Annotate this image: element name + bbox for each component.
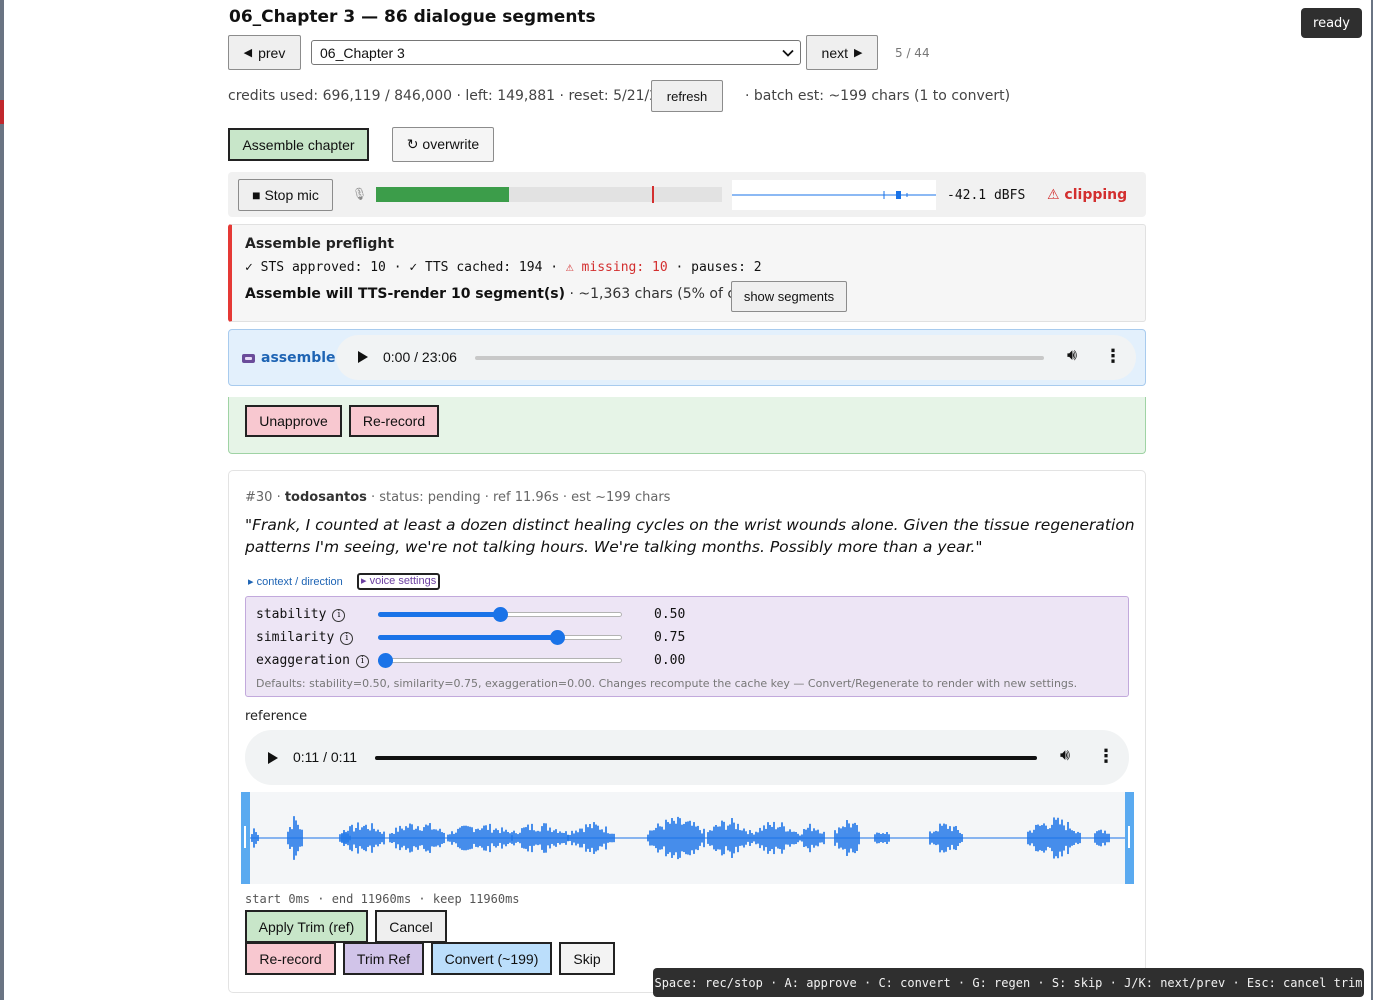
voice-settings-toggle[interactable]: ▸ voice settings: [357, 573, 441, 590]
segment-number: #30: [245, 490, 273, 505]
exaggeration-label: exaggeration i: [256, 653, 369, 668]
segment-status: · status: pending · ref 11.96s · est ~19…: [366, 490, 671, 505]
play-icon[interactable]: [268, 752, 278, 764]
context-direction-toggle[interactable]: ▸ context / direction: [248, 575, 343, 588]
stability-slider-fill: [378, 612, 501, 617]
show-segments-button[interactable]: show segments: [731, 281, 847, 312]
stability-value: 0.50: [654, 607, 686, 622]
assembled-audio-player[interactable]: 0:00 / 23:06 🔊︎ ⋮: [336, 335, 1136, 380]
more-options-icon[interactable]: ⋮: [1104, 347, 1122, 365]
microphone-icon: 🎙: [352, 187, 368, 201]
reference-progress-fill: [375, 756, 1037, 760]
dbfs-readout: -42.1 dBFS: [947, 188, 1026, 203]
clipping-warning: ⚠ clipping: [1047, 187, 1128, 203]
prev-label: prev: [258, 44, 286, 61]
rerecord-button[interactable]: Re-record: [245, 942, 336, 975]
unapprove-button[interactable]: Unapprove: [245, 405, 342, 437]
chapter-counter: 5 / 44: [895, 46, 930, 60]
page-title: 06_Chapter 3 — 86 dialogue segments: [229, 7, 596, 27]
similarity-value: 0.75: [654, 630, 686, 645]
triangle-left-icon: ◀: [243, 47, 253, 59]
reference-audio-player[interactable]: 0:11 / 0:11 🔊︎ ⋮: [245, 730, 1129, 785]
similarity-label: similarity i: [256, 630, 354, 645]
reference-waveform: [250, 816, 1125, 860]
stop-mic-button[interactable]: ■ Stop mic: [238, 179, 333, 211]
chapter-select[interactable]: 06_Chapter 3: [311, 40, 801, 65]
segment-speaker: todosantos: [284, 490, 367, 505]
preflight-stats-ok: ✓ STS approved: 10 · ✓ TTS cached: 194 ·: [245, 260, 566, 275]
stability-slider-thumb[interactable]: [493, 607, 508, 622]
volume-icon[interactable]: 🔊︎: [1067, 347, 1077, 365]
volume-icon[interactable]: 🔊︎: [1060, 747, 1070, 765]
cancel-trim-button[interactable]: Cancel: [375, 910, 447, 943]
segment-meta: #30 · todosantos · status: pending · ref…: [245, 490, 671, 505]
assembled-label: assembled: [242, 350, 346, 366]
convert-button[interactable]: Convert (~199): [431, 942, 552, 975]
chevron-down-icon: [782, 49, 794, 57]
preflight-summary: Assemble will TTS-render 10 segment(s) ·…: [245, 286, 787, 302]
status-badge: ready: [1301, 8, 1362, 38]
assembled-label-text: assembled: [261, 350, 346, 366]
preflight-pauses: · pauses: 2: [667, 260, 762, 275]
info-icon[interactable]: i: [332, 609, 346, 622]
cassette-icon: [242, 353, 255, 363]
exaggeration-slider-thumb[interactable]: [378, 653, 393, 668]
reference-label: reference: [245, 709, 308, 724]
trim-ref-button[interactable]: Trim Ref: [343, 942, 424, 975]
preflight-missing: ⚠ missing: 10: [565, 260, 668, 275]
batch-estimate: · batch est: ~199 chars (1 to convert): [745, 88, 1011, 104]
similarity-slider-fill: [378, 635, 558, 640]
similarity-slider-thumb[interactable]: [550, 630, 565, 645]
trim-end-handle[interactable]: [1125, 792, 1134, 884]
reference-time: 0:11 / 0:11: [293, 749, 358, 765]
preflight-stats: ✓ STS approved: 10 · ✓ TTS cached: 194 ·…: [245, 260, 762, 275]
preflight-title: Assemble preflight: [245, 236, 395, 252]
segment-dialogue-text: "Frank, I counted at least a dozen disti…: [245, 516, 1135, 556]
trim-info: start 0ms · end 11960ms · keep 11960ms: [245, 892, 520, 906]
window-left-edge: [0, 0, 4, 1000]
stability-label: stability i: [256, 607, 346, 622]
mic-level-fill: [376, 187, 509, 202]
preflight-summary-bold: Assemble will TTS-render 10 segment(s): [245, 286, 566, 302]
refresh-button[interactable]: refresh: [651, 80, 723, 112]
more-options-icon[interactable]: ⋮: [1097, 747, 1115, 765]
exaggeration-value: 0.00: [654, 653, 686, 668]
chapter-select-value: 06_Chapter 3: [320, 44, 405, 61]
prev-button[interactable]: ◀ prev: [228, 35, 301, 70]
peak-marker: [652, 186, 654, 203]
skip-button[interactable]: Skip: [559, 942, 615, 975]
assembled-time: 0:00 / 23:06: [383, 349, 457, 365]
trim-start-handle[interactable]: [241, 792, 250, 884]
info-icon[interactable]: i: [340, 632, 354, 645]
triangle-right-icon: ▶: [854, 47, 863, 59]
mic-waveform: [732, 180, 936, 210]
assembled-progress[interactable]: [475, 356, 1044, 360]
play-icon[interactable]: [358, 351, 368, 363]
keyboard-shortcuts-bar: Space: rec/stop · A: approve · C: conver…: [653, 968, 1364, 997]
overwrite-button[interactable]: ↻ overwrite: [392, 127, 494, 162]
voice-defaults-note: Defaults: stability=0.50, similarity=0.7…: [256, 677, 1078, 690]
apply-trim-button[interactable]: Apply Trim (ref): [245, 910, 368, 943]
next-label: next: [821, 44, 848, 61]
next-button[interactable]: next ▶: [806, 35, 878, 70]
assemble-chapter-button[interactable]: Assemble chapter: [228, 128, 369, 161]
exaggeration-slider-track[interactable]: [378, 658, 622, 663]
info-icon[interactable]: i: [355, 655, 369, 668]
rerecord-approved-button[interactable]: Re-record: [349, 405, 439, 437]
credits-text: credits used: 696,119 / 846,000 · left: …: [228, 88, 685, 104]
